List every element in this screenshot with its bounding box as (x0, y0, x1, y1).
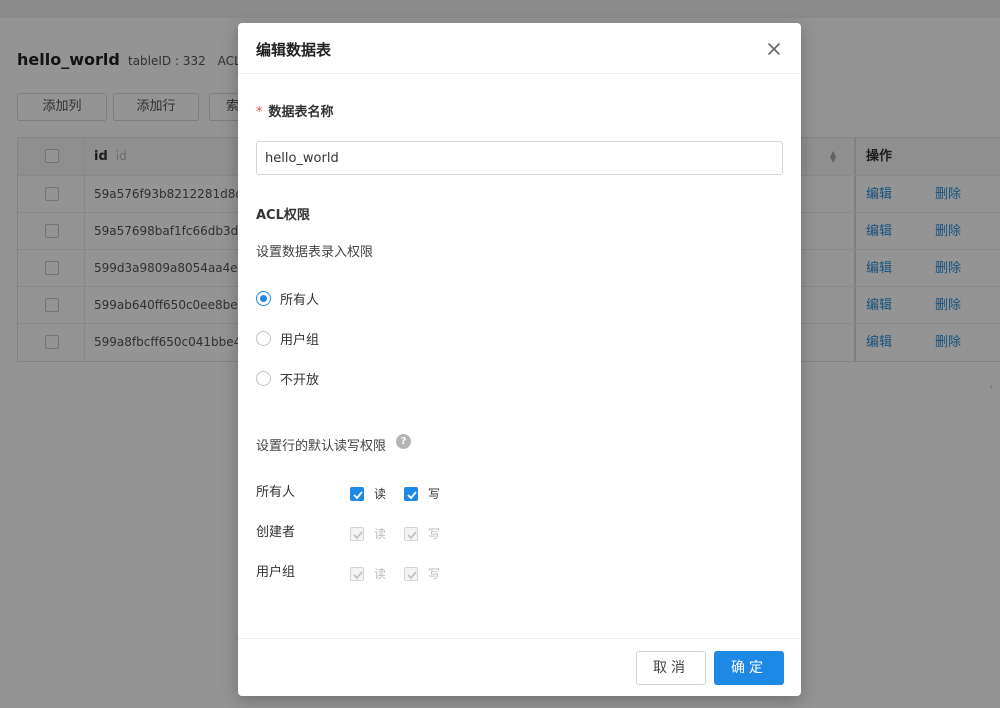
check-icon (350, 566, 364, 581)
edit-table-dialog: 编辑数据表 *数据表名称 ACL权限 设置数据表录入权限 所有人 用户组 不开放… (238, 23, 801, 696)
entry-permission-label: 设置数据表录入权限 (256, 245, 374, 260)
perm-row-user-group: 用户组 读 写 (256, 565, 441, 582)
read-checkbox: 读 (350, 565, 386, 582)
radio-button[interactable] (256, 290, 271, 306)
read-checkbox: 读 (350, 525, 386, 542)
check-icon[interactable] (350, 486, 364, 501)
radio-button[interactable] (256, 370, 271, 386)
write-checkbox: 写 (404, 565, 440, 582)
radio-everyone[interactable]: 所有人 (256, 289, 319, 308)
dialog-title: 编辑数据表 (256, 41, 332, 59)
radio-closed[interactable]: 不开放 (256, 369, 319, 388)
row-permission-label: 设置行的默认读写权限 (256, 439, 387, 454)
close-icon[interactable] (766, 41, 782, 57)
check-icon[interactable] (404, 486, 418, 501)
required-mark: * (256, 105, 263, 120)
confirm-button[interactable]: 确定 (714, 651, 784, 685)
dialog-footer: 取消 确定 (238, 638, 801, 696)
table-name-input[interactable] (256, 141, 783, 175)
check-icon (404, 526, 418, 541)
radio-button[interactable] (256, 330, 271, 346)
check-icon (404, 566, 418, 581)
read-checkbox[interactable]: 读 (350, 485, 386, 502)
perm-row-everyone: 所有人 读 写 (256, 485, 441, 502)
acl-section-title: ACL权限 (256, 208, 310, 223)
check-icon (350, 526, 364, 541)
question-circle-icon[interactable]: ? (396, 434, 411, 449)
cancel-button[interactable]: 取消 (636, 651, 706, 685)
dialog-header: 编辑数据表 (238, 23, 801, 74)
write-checkbox: 写 (404, 525, 440, 542)
table-name-label: * 数据表名称 (256, 105, 334, 120)
radio-user-group[interactable]: 用户组 (256, 329, 319, 348)
write-checkbox[interactable]: 写 (404, 485, 440, 502)
perm-row-creator: 创建者 读 写 (256, 525, 441, 542)
